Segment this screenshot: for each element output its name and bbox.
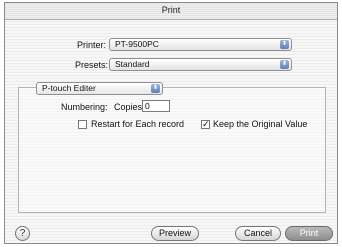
popup-arrow-icon: ⬍ [280,40,289,49]
keep-original-label: Keep the Original Value [213,119,308,129]
presets-label: Presets: [75,60,109,70]
restart-label: Restart for Each record [91,119,185,129]
keep-original-checkbox[interactable]: ✓ [201,120,210,129]
printer-label: Printer: [77,40,107,50]
panel-select-value: P-touch Editer [42,83,96,93]
numbering-label: Numbering: [61,102,108,112]
print-dialog: Print Printer: PT-9500PC ⬍ Presets: Stan… [4,2,338,244]
cancel-button[interactable]: Cancel [235,226,281,241]
panel-select-popup[interactable]: P-touch Editer ⬍ [36,82,163,95]
options-panel: P-touch Editer ⬍ Numbering: Copies 0 Res… [18,82,326,213]
presets-value: Standard [115,59,150,69]
restart-checkbox[interactable] [78,120,87,129]
window-title: Print [161,5,181,15]
popup-arrow-icon: ⬍ [280,60,289,69]
preview-button[interactable]: Preview [151,226,199,241]
print-button[interactable]: Print [285,226,333,241]
copies-field[interactable]: 0 [142,100,170,112]
popup-arrow-icon: ⬍ [151,84,160,93]
printer-value: PT-9500PC [115,39,159,49]
printer-popup[interactable]: PT-9500PC ⬍ [109,38,292,51]
copies-label: Copies [114,102,143,112]
presets-popup[interactable]: Standard ⬍ [109,58,292,71]
title-bar: Print [5,3,337,20]
help-button[interactable]: ? [15,226,30,241]
